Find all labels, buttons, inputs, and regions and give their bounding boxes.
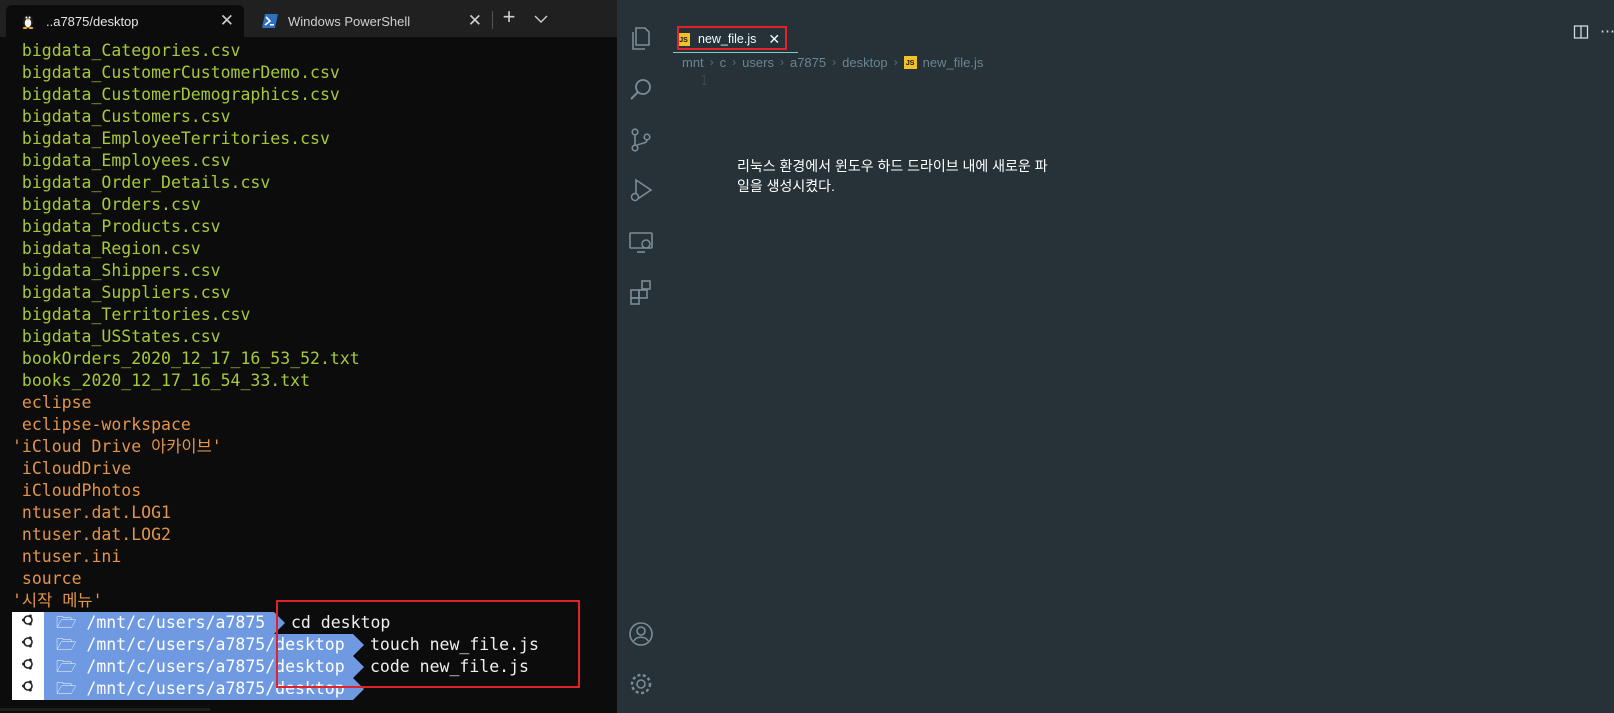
listing-entry: bigdata_Employees.csv (12, 151, 231, 170)
listing-entry: books_2020_12_17_16_54_33.txt (12, 371, 311, 390)
ubuntu-logo-icon (12, 678, 44, 700)
line-number: 1 (700, 74, 708, 89)
vscode-window: JS new_file.js ✕ (617, 0, 1614, 713)
prompt-path-text: 🗁 /mnt/c/users/a7875 (56, 613, 266, 632)
chevron-right-icon: › (832, 55, 837, 69)
ubuntu-logo-icon (12, 612, 44, 634)
listing-entry: bigdata_USStates.csv (12, 327, 221, 346)
listing-entry: bigdata_Region.csv (12, 239, 201, 258)
source-control-icon[interactable] (627, 126, 655, 154)
close-icon[interactable]: ✕ (220, 11, 234, 31)
listing-entry: source (12, 569, 82, 588)
listing-entry: bigdata_Suppliers.csv (12, 283, 231, 302)
directory-listing: bigdata_Categories.csv bigdata_CustomerC… (0, 40, 617, 612)
accounts-icon[interactable] (627, 620, 655, 648)
ubuntu-logo-icon (12, 656, 44, 678)
tab-powershell[interactable]: Windows PowerShell ✕ (248, 5, 492, 37)
tab-highlight-box (677, 26, 787, 50)
tab-divider (492, 11, 493, 29)
prompt-path: 🗁 /mnt/c/users/a7875 (44, 612, 285, 634)
listing-entry: bigdata_Products.csv (12, 217, 221, 236)
powershell-icon (262, 13, 278, 29)
split-editor-icon[interactable] (1573, 24, 1589, 40)
breadcrumb-item[interactable]: desktop (842, 55, 888, 70)
listing-entry: ntuser.dat.LOG1 (12, 503, 171, 522)
breadcrumb-item[interactable]: new_file.js (923, 55, 984, 70)
breadcrumb-item[interactable]: a7875 (790, 55, 826, 70)
listing-entry: bigdata_Orders.csv (12, 195, 201, 214)
listing-entry: bigdata_Customers.csv (12, 107, 231, 126)
tab-title: Windows PowerShell (288, 13, 411, 29)
listing-entry: ntuser.ini (12, 547, 122, 566)
listing-entry: bigdata_Territories.csv (12, 305, 251, 324)
run-debug-icon[interactable] (627, 176, 655, 204)
breadcrumb-item[interactable]: c (720, 55, 727, 70)
extensions-icon[interactable] (627, 278, 655, 306)
annotation-text: 리눅스 환경에서 윈도우 하드 드라이브 내에 새로운 파일을 생성시켰다. (737, 158, 1048, 194)
listing-entry: 'iCloud Drive 아카이브' (12, 437, 222, 456)
listing-entry: bigdata_Order_Details.csv (12, 173, 271, 192)
ubuntu-logo-icon (12, 634, 44, 656)
breadcrumb-item[interactable]: mnt (682, 55, 704, 70)
chevron-down-icon[interactable] (530, 8, 552, 30)
close-icon[interactable]: ✕ (468, 11, 482, 31)
listing-entry: iCloudPhotos (12, 481, 142, 500)
listing-entry: bigdata_EmployeeTerritories.csv (12, 129, 330, 148)
breadcrumb-item[interactable]: users (742, 55, 774, 70)
listing-entry: ntuser.dat.LOG2 (12, 525, 171, 544)
explorer-icon[interactable] (627, 24, 655, 52)
terminal-tab-bar: ..a7875/desktop ✕ Windows PowerShell ✕ + (0, 0, 617, 37)
more-actions-icon[interactable]: ⋯ (1600, 22, 1614, 40)
chevron-right-icon: › (709, 55, 714, 69)
listing-entry: bigdata_CustomerCustomerDemo.csv (12, 63, 340, 82)
linux-penguin-icon (20, 13, 36, 29)
listing-entry: bigdata_Categories.csv (12, 41, 241, 60)
remote-explorer-icon[interactable] (627, 228, 655, 256)
new-tab-button[interactable]: + (497, 4, 521, 30)
listing-entry: bigdata_Shippers.csv (12, 261, 221, 280)
chevron-right-icon: › (779, 55, 784, 69)
javascript-file-icon: JS (903, 55, 917, 69)
listing-entry: iCloudDrive (12, 459, 132, 478)
listing-entry: bookOrders_2020_12_17_16_53_52.txt (12, 349, 360, 368)
terminal-window: ..a7875/desktop ✕ Windows PowerShell ✕ +… (0, 0, 617, 713)
activity-bar (617, 0, 665, 713)
settings-gear-icon[interactable] (627, 670, 655, 698)
chevron-right-icon: › (893, 55, 898, 69)
listing-entry: eclipse-workspace (12, 415, 191, 434)
breadcrumb: mnt › c › users › a7875 › desktop › JS new_file.js (682, 53, 983, 71)
tab-title: ..a7875/desktop (46, 13, 139, 29)
listing-entry: eclipse (12, 393, 92, 412)
chevron-right-icon: › (732, 55, 737, 69)
tab-linux[interactable]: ..a7875/desktop ✕ (6, 5, 244, 37)
command-highlight-box (276, 600, 580, 688)
listing-entry: bigdata_CustomerDemographics.csv (12, 85, 340, 104)
search-icon[interactable] (627, 76, 655, 104)
terminal-scroll-indicator (0, 708, 210, 711)
